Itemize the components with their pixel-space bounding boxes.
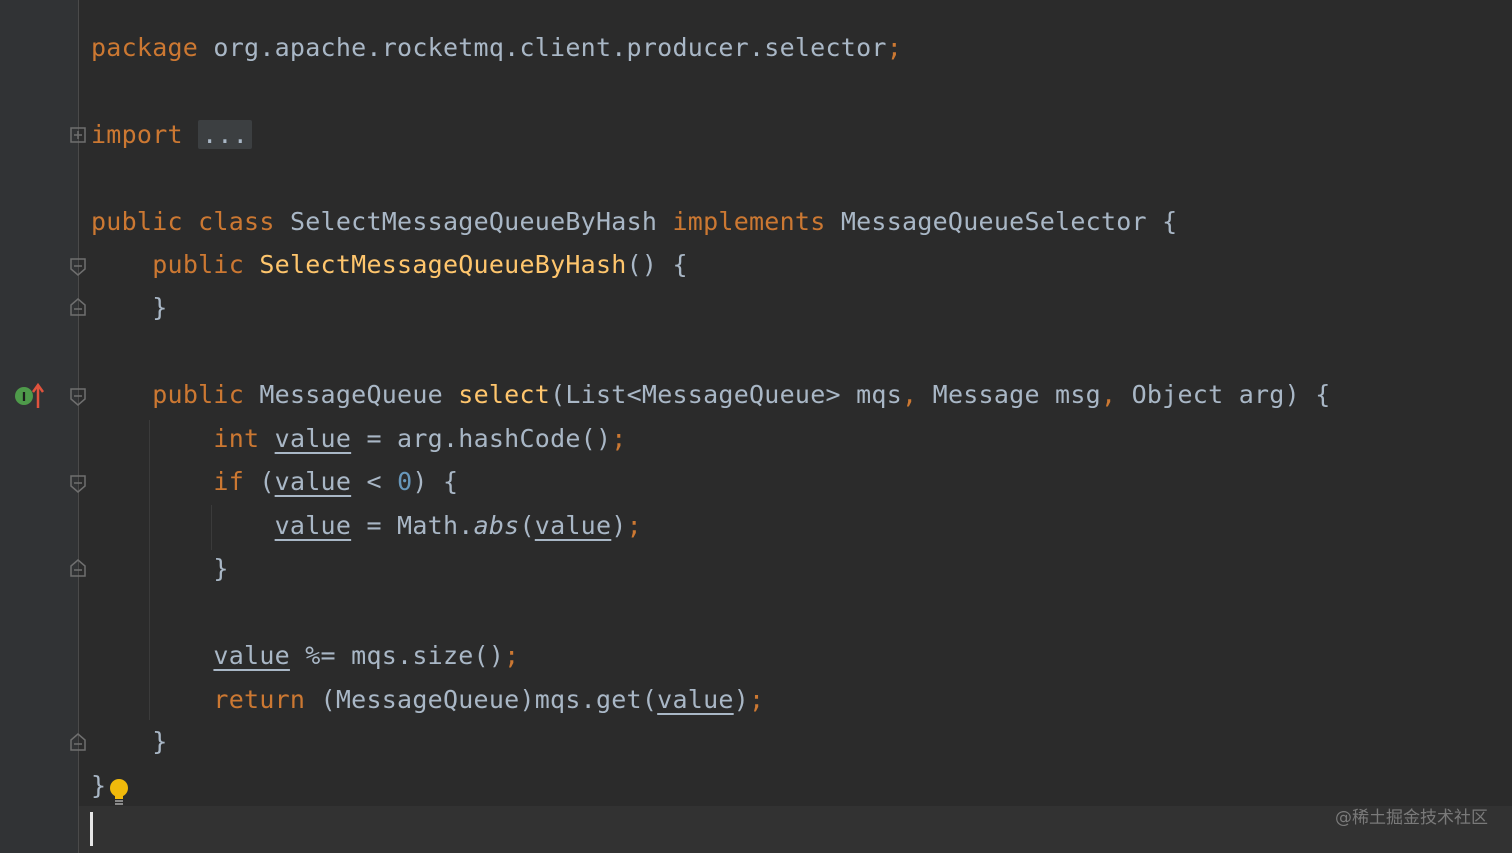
keyword: return	[213, 685, 306, 714]
param: (List<MessageQueue> mqs	[550, 380, 903, 409]
static-method: abs	[473, 511, 520, 540]
code-line-if-close: }	[91, 549, 229, 589]
keyword: implements	[672, 207, 826, 236]
comma: ,	[902, 380, 918, 409]
keyword: public	[152, 250, 245, 279]
variable-value: value	[274, 424, 352, 453]
variable-value: value	[657, 685, 734, 714]
paren: )	[733, 685, 749, 714]
return-type: MessageQueue	[259, 380, 443, 409]
paren: (	[244, 467, 275, 496]
keyword: import	[91, 120, 183, 149]
semicolon: ;	[611, 424, 627, 453]
paren-brace: ) {	[412, 467, 459, 496]
paren: (	[519, 511, 535, 540]
code-line-modulo: value %= mqs.size();	[91, 636, 519, 676]
expression: = Math.	[351, 511, 474, 540]
code-line-import: import ...	[91, 115, 253, 155]
code-editor[interactable]: I package org.apache.rocketmq.client.pro…	[0, 0, 1512, 853]
code-line-if: if (value < 0) {	[91, 462, 458, 502]
semicolon: ;	[626, 511, 642, 540]
method-name: select	[458, 380, 551, 409]
brace: }	[152, 727, 168, 756]
expression: (MessageQueue)mqs.get(	[305, 685, 658, 714]
package-name: org.apache.rocketmq.client.producer.sele…	[213, 33, 887, 62]
variable-value: value	[274, 511, 352, 540]
param: Object arg) {	[1116, 380, 1331, 409]
code-line-class-declaration: public class SelectMessageQueueByHash im…	[91, 202, 1177, 242]
brace: }	[91, 771, 107, 800]
lightbulb-icon[interactable]	[108, 777, 130, 807]
code-line-class-close: }	[91, 766, 106, 806]
param: Message msg	[917, 380, 1101, 409]
constructor-name: SelectMessageQueueByHash	[259, 250, 627, 279]
code-line-method-signature: public MessageQueue select(List<MessageQ…	[91, 375, 1331, 415]
paren: )	[611, 511, 627, 540]
code-line-method-close: }	[91, 722, 168, 762]
keyword: class	[198, 207, 275, 236]
code-line-return: return (MessageQueue)mqs.get(value);	[91, 680, 764, 720]
variable-value: value	[213, 641, 290, 670]
semicolon: ;	[504, 641, 520, 670]
keyword: package	[91, 33, 199, 62]
code-line-package: package org.apache.rocketmq.client.produ…	[91, 28, 902, 68]
brace: }	[213, 554, 229, 583]
keyword: int	[213, 424, 260, 453]
number-literal: 0	[397, 467, 413, 496]
code-area[interactable]: package org.apache.rocketmq.client.produ…	[0, 0, 1512, 853]
keyword: if	[213, 467, 245, 496]
code-line-int-value: int value = arg.hashCode();	[91, 419, 627, 459]
semicolon: ;	[749, 685, 765, 714]
variable-value: value	[274, 467, 352, 496]
class-name: SelectMessageQueueByHash	[289, 207, 658, 236]
brace: {	[1162, 207, 1178, 236]
operator: <	[351, 467, 398, 496]
code-line-abs: value = Math.abs(value);	[91, 506, 642, 546]
watermark: @稀土掘金技术社区	[1335, 808, 1488, 828]
text-caret	[90, 812, 93, 846]
expression: = arg.hashCode()	[351, 424, 612, 453]
expression: %= mqs.size()	[289, 641, 505, 670]
semicolon: ;	[886, 33, 902, 62]
interface-name: MessageQueueSelector	[840, 207, 1147, 236]
keyword: public	[152, 380, 245, 409]
keyword: public	[91, 207, 183, 236]
code-line-constructor: public SelectMessageQueueByHash() {	[91, 245, 688, 285]
code-line-constructor-close: }	[91, 288, 168, 328]
constructor-rest: () {	[626, 250, 688, 279]
folded-imports[interactable]: ...	[198, 120, 253, 149]
comma: ,	[1100, 380, 1117, 409]
variable-value: value	[534, 511, 612, 540]
brace: }	[152, 293, 168, 322]
